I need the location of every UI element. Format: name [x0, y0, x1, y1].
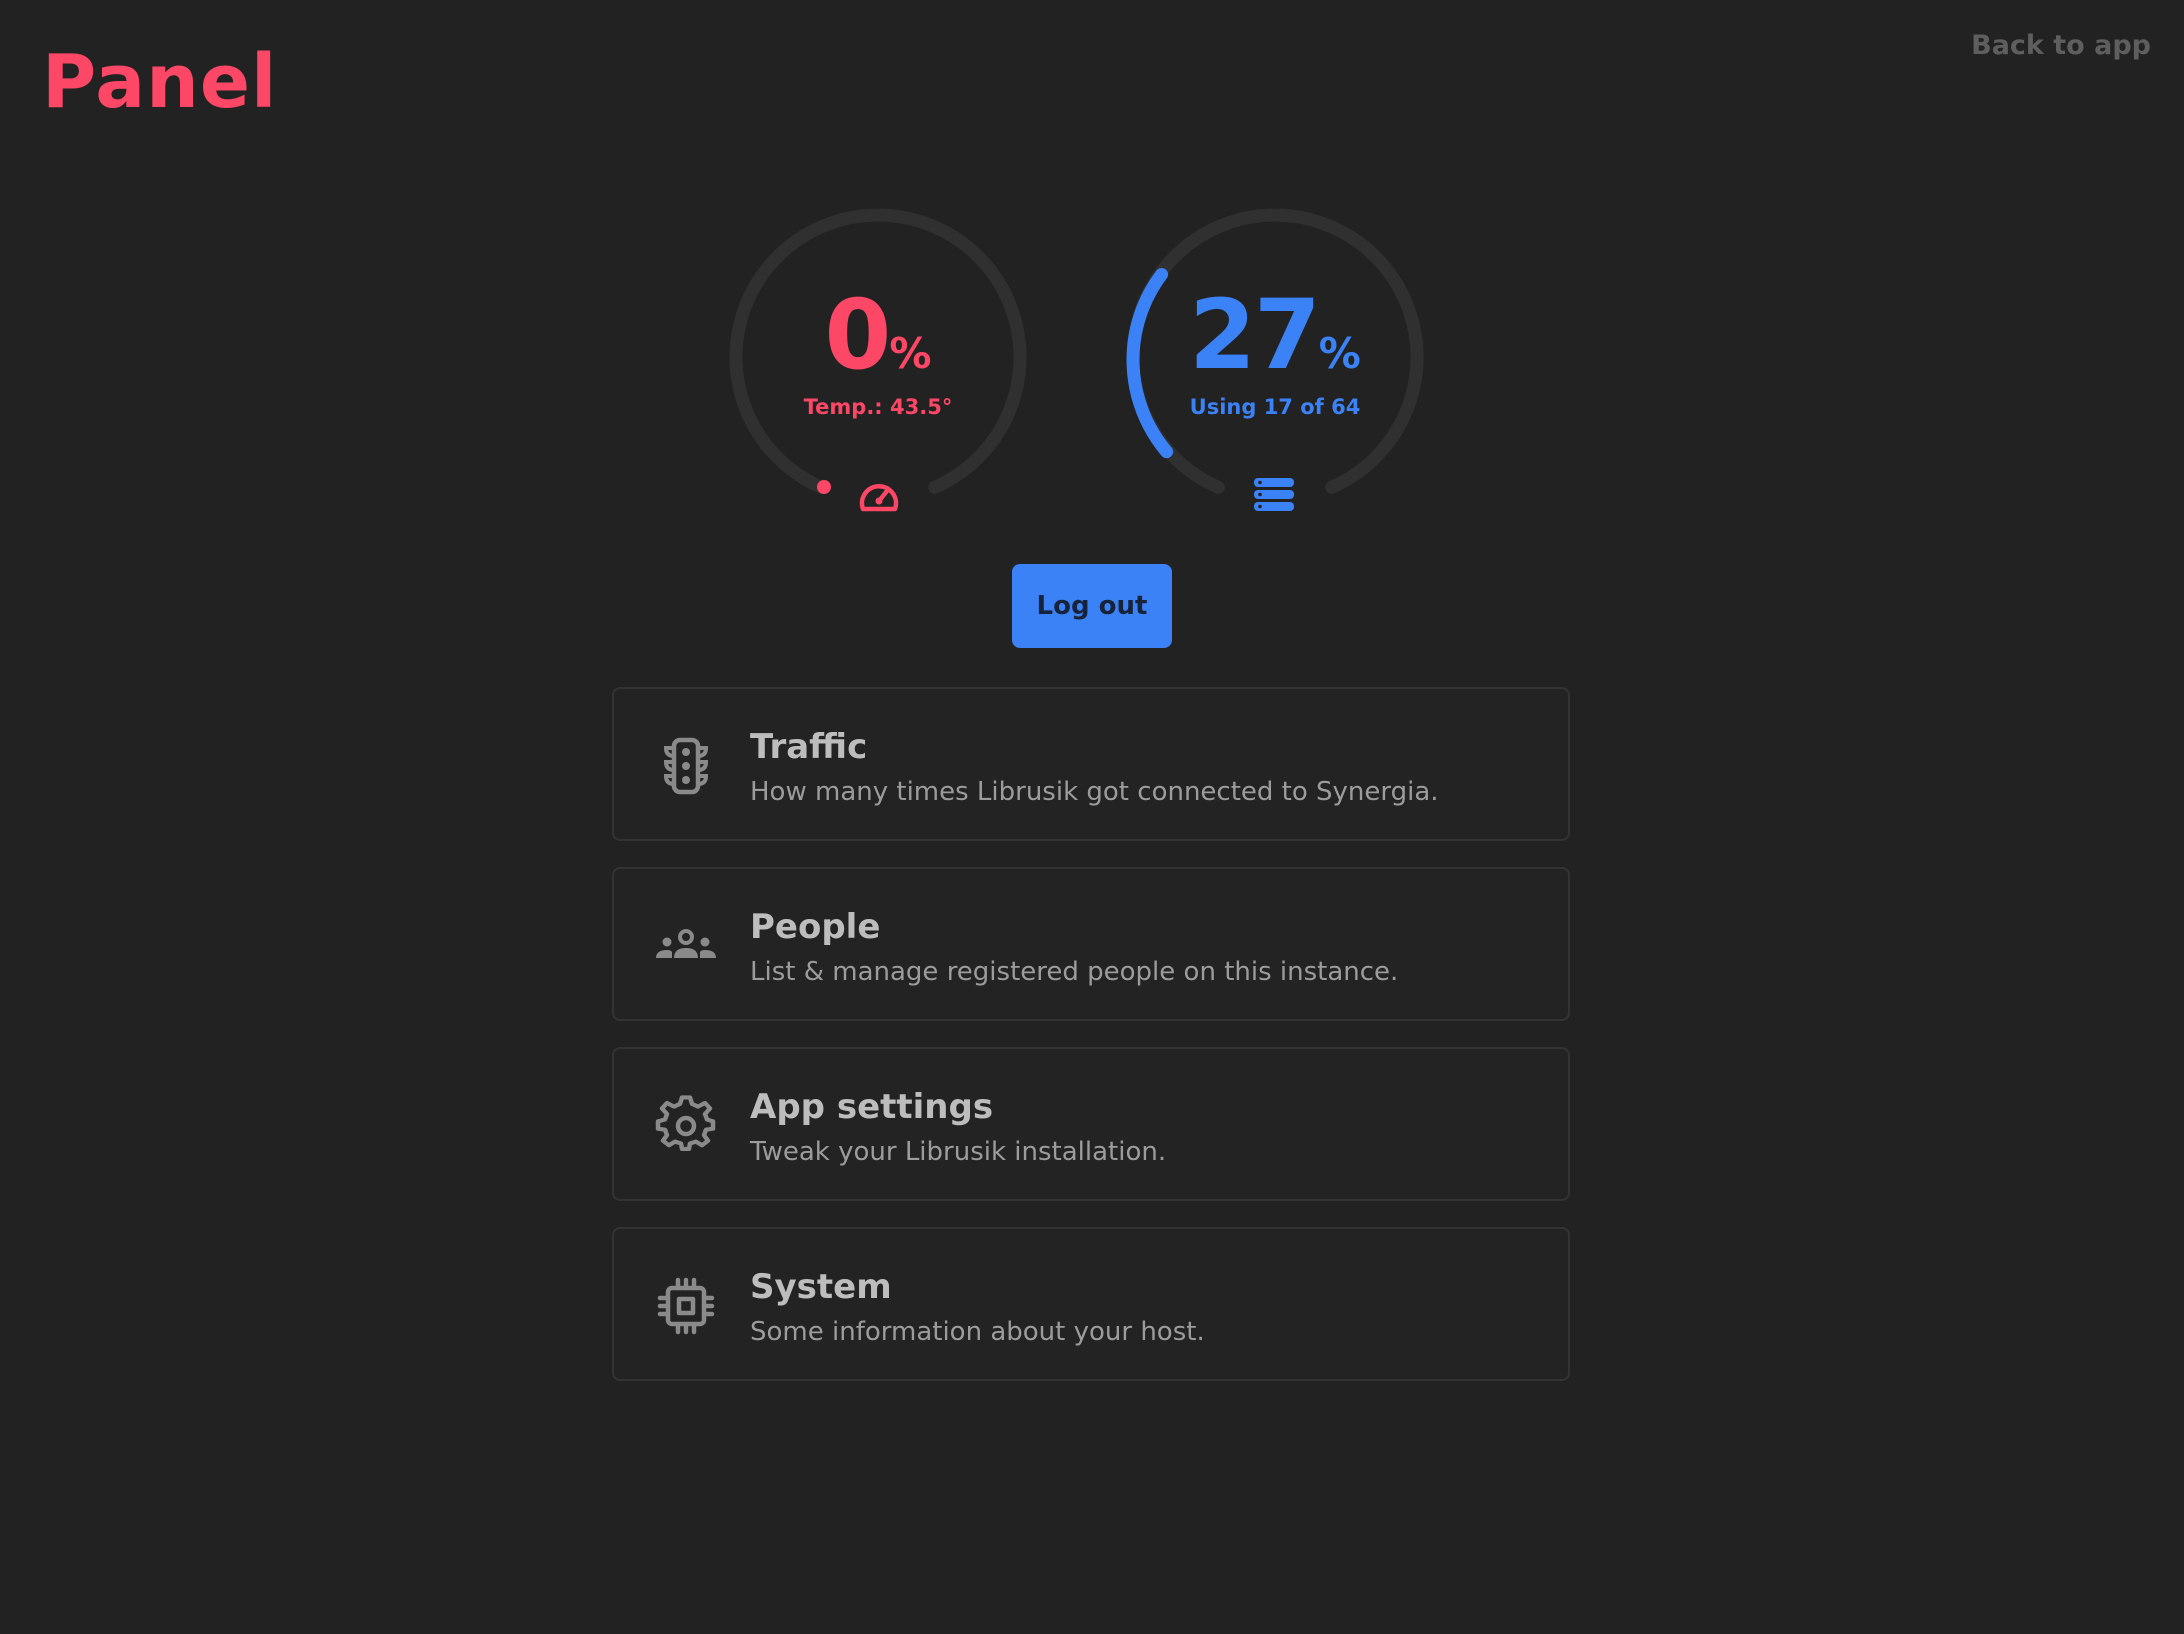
card-title: People: [750, 907, 881, 947]
card-description: How many times Librusik got connected to…: [750, 777, 1439, 807]
traffic-light-icon: [654, 734, 718, 798]
card-title: System: [750, 1267, 892, 1307]
app-settings-card[interactable]: App settings Tweak your Librusik install…: [612, 1047, 1570, 1201]
back-to-app-link[interactable]: Back to app: [1971, 30, 2151, 61]
card-description: List & manage registered people on this …: [750, 957, 1399, 987]
memory-usage-percent-sign: %: [1318, 329, 1361, 378]
memory-usage-value: 27%: [1120, 287, 1430, 383]
card-description: Tweak your Librusik installation.: [750, 1137, 1167, 1167]
cpu-usage-number: 0: [824, 279, 892, 391]
card-title: Traffic: [750, 727, 868, 767]
cpu-gauge-start-dot: [817, 480, 831, 494]
cpu-usage-percent-sign: %: [889, 329, 932, 378]
memory-gauge: 27% Using 17 of 64: [1120, 205, 1430, 515]
admin-panel-page: Panel Back to app 0% Temp.: 43.5° 27% Us…: [0, 0, 2184, 1634]
memory-usage-detail: Using 17 of 64: [1189, 395, 1361, 419]
cpu-gauge: 0% Temp.: 43.5°: [723, 205, 1033, 515]
card-title: App settings: [750, 1087, 994, 1127]
cpu-usage-value: 0%: [723, 287, 1033, 383]
database-icon: [1252, 475, 1296, 519]
users-icon: [654, 914, 718, 978]
cpu-chip-icon: [654, 1274, 718, 1338]
logout-button[interactable]: Log out: [1012, 564, 1172, 648]
memory-usage-number: 27: [1189, 279, 1321, 391]
gear-icon: [654, 1094, 718, 1158]
system-card[interactable]: System Some information about your host.: [612, 1227, 1570, 1381]
page-logo: Panel: [42, 39, 278, 125]
speedometer-icon: [857, 475, 901, 519]
people-card[interactable]: People List & manage registered people o…: [612, 867, 1570, 1021]
traffic-card[interactable]: Traffic How many times Librusik got conn…: [612, 687, 1570, 841]
card-description: Some information about your host.: [750, 1317, 1205, 1347]
cpu-temperature: Temp.: 43.5°: [803, 395, 953, 419]
